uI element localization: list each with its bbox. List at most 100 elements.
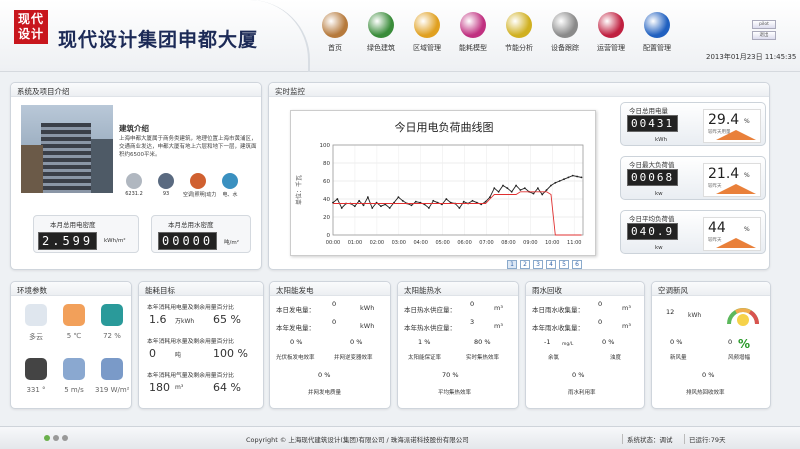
stat-card-2: 今日平均负荷值 040.9 kw 44% 较昨天 bbox=[620, 210, 766, 254]
nav-item-2[interactable]: 区域管理 bbox=[404, 12, 450, 53]
environment-panel: 环境参数 多云 5 ℃ 72 % 331 ° 5 m/s 319 W/m² bbox=[10, 281, 132, 409]
data-point bbox=[536, 187, 539, 190]
data-point bbox=[340, 207, 343, 209]
page-button-4[interactable]: 4 bbox=[546, 260, 556, 269]
nav-label: 运营管理 bbox=[597, 44, 625, 52]
data-point bbox=[458, 207, 461, 209]
solar-day-unit: kWh bbox=[360, 304, 375, 312]
panel-title: 空调新风 bbox=[652, 282, 770, 296]
pencil-ruler-icon bbox=[506, 12, 532, 38]
rain-p1-unit: mg/L bbox=[562, 342, 574, 347]
nav-label: 配置管理 bbox=[643, 44, 671, 52]
page-button-2[interactable]: 2 bbox=[520, 260, 530, 269]
card-value: 040.9 bbox=[627, 223, 679, 240]
green-building-icon bbox=[368, 12, 394, 38]
data-point bbox=[362, 204, 365, 207]
energy-row-percent: 64 % bbox=[213, 381, 241, 394]
region-icon bbox=[414, 12, 440, 38]
page-button-5[interactable]: 5 bbox=[559, 260, 569, 269]
data-point bbox=[545, 189, 548, 191]
rain-p3-value: 0 % bbox=[572, 371, 585, 379]
panel-title: 太阳能发电 bbox=[270, 282, 390, 296]
air-power-value: 12 bbox=[666, 308, 675, 316]
energy-row-value: 180 bbox=[149, 381, 170, 394]
data-point bbox=[576, 175, 579, 178]
nav-label: 能耗模型 bbox=[459, 44, 487, 52]
panel-title: 环境参数 bbox=[11, 282, 131, 296]
nav-item-6[interactable]: 运营管理 bbox=[588, 12, 634, 53]
data-point bbox=[353, 205, 356, 208]
elec-density-unit: kWh/m² bbox=[104, 238, 126, 244]
env-item: 72 % bbox=[95, 304, 129, 340]
data-point bbox=[567, 176, 570, 179]
gauge-icon bbox=[726, 300, 760, 330]
env-value: 多云 bbox=[29, 333, 43, 341]
card-label: 今日总用电量 bbox=[629, 107, 668, 115]
load-chart-svg: 今日用电负荷曲线图单位：千瓦 0 20 40 60 80 100 00:00 01:00 02:0… bbox=[295, 120, 584, 246]
heat-year-value: 3 bbox=[470, 318, 475, 326]
data-point bbox=[550, 184, 552, 187]
page-button-6[interactable]: 6 bbox=[572, 260, 582, 269]
panel-title: 系统及项目介绍 bbox=[11, 83, 261, 97]
data-point bbox=[532, 192, 535, 195]
nav-item-7[interactable]: 配置管理 bbox=[634, 12, 680, 53]
chart-title: 今日用电负荷曲线图 bbox=[395, 120, 494, 134]
rain-year-value: 0 bbox=[598, 318, 603, 326]
data-point bbox=[432, 199, 435, 202]
humidity-icon bbox=[101, 304, 123, 326]
env-value: 319 W/m² bbox=[95, 386, 130, 394]
building-icon bbox=[126, 173, 142, 189]
nav-item-5[interactable]: 设备跟踪 bbox=[542, 12, 588, 53]
data-point bbox=[445, 198, 448, 200]
heat-p3-label: 平均集热效率 bbox=[438, 390, 472, 396]
energy-row-percent: 100 % bbox=[213, 347, 248, 360]
header-divider bbox=[250, 0, 310, 72]
nav-label: 设备跟踪 bbox=[551, 44, 579, 52]
card-percent-box: 44% 较昨天 bbox=[703, 217, 761, 251]
nav-item-0[interactable]: 首页 bbox=[312, 12, 358, 53]
cloud-icon bbox=[25, 304, 47, 326]
building-photo bbox=[21, 105, 113, 193]
air-p1-value: 0 % bbox=[670, 338, 683, 346]
data-point bbox=[427, 207, 430, 209]
energy-target-panel: 能耗目标 本年消耗用电量及剩余用量百分比 1.6 万kWh 65 % 本年消耗用水量及剩… bbox=[138, 281, 264, 409]
data-point bbox=[414, 200, 417, 203]
env-item: 331 ° bbox=[19, 358, 53, 394]
solar-p1-value: 0 % bbox=[290, 338, 303, 346]
intro-stat: 空调|照明|动力 bbox=[183, 173, 217, 198]
user-button[interactable]: pilot bbox=[752, 20, 776, 29]
x-tick-label: 11:00 bbox=[567, 240, 581, 246]
heat-p3-value: 70 % bbox=[442, 371, 459, 379]
energy-row-unit: 万kWh bbox=[175, 318, 195, 325]
card-percent-unit: % bbox=[744, 226, 750, 233]
energy-row-label: 本年消耗用水量及剩余用量百分比 bbox=[147, 339, 234, 345]
page-button-1[interactable]: 1 bbox=[507, 260, 517, 269]
x-tick-label: 00:00 bbox=[326, 240, 340, 246]
energy-row-label: 本年消耗用气量及剩余用量百分比 bbox=[147, 373, 234, 379]
nav-item-3[interactable]: 能耗模型 bbox=[450, 12, 496, 53]
logout-button[interactable]: 退出 bbox=[752, 31, 776, 40]
air-p2-label: 风频增幅 bbox=[728, 355, 751, 361]
main-nav: 首页 绿色建筑 区域管理 能耗模型 节能分析 设备跟踪 运营管理 配置管理 bbox=[312, 12, 680, 53]
trend-arrow-icon bbox=[716, 238, 756, 248]
y-tick-label: 100 bbox=[320, 143, 331, 149]
home-icon bbox=[322, 12, 348, 38]
rain-day-value: 0 bbox=[598, 300, 603, 308]
data-point bbox=[580, 176, 583, 179]
copyright-text: Copyright © 上海现代建筑设计(集团)有限公司 / 珠海派诺科技股份有… bbox=[246, 436, 469, 444]
system-status: 系统状态：调试 bbox=[622, 434, 673, 444]
status-dots bbox=[44, 435, 68, 441]
panel-title: 能耗目标 bbox=[139, 282, 263, 296]
x-tick-label: 02:00 bbox=[370, 240, 384, 246]
x-tick-label: 05:00 bbox=[435, 240, 449, 246]
nav-item-4[interactable]: 节能分析 bbox=[496, 12, 542, 53]
card-label: 今日平均负荷值 bbox=[629, 215, 675, 223]
operation-icon bbox=[598, 12, 624, 38]
device-icon bbox=[552, 12, 578, 38]
nav-item-1[interactable]: 绿色建筑 bbox=[358, 12, 404, 53]
air-p3-value: 0 % bbox=[702, 371, 715, 379]
page-button-3[interactable]: 3 bbox=[533, 260, 543, 269]
solar-p3-label: 并网发电质量 bbox=[308, 390, 342, 396]
intro-stat-value: 空调|照明|动力 bbox=[183, 192, 217, 198]
env-item: 319 W/m² bbox=[95, 358, 130, 394]
